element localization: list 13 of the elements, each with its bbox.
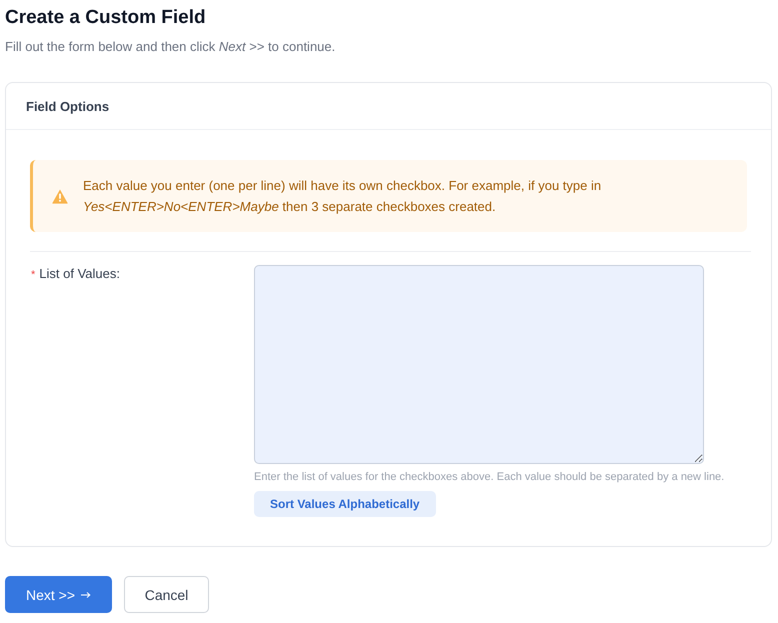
page-subtitle: Fill out the form below and then click Next >> to continue.: [5, 38, 336, 56]
cancel-button[interactable]: Cancel: [124, 576, 209, 613]
next-button[interactable]: Next >>: [5, 576, 112, 613]
help-text: Enter the list of values for the checkboxes above. Each value should be separated by a new line.: [254, 470, 724, 484]
alert-text: Each value you enter (one per line) will have its own checkbox. For example, if you type in Yes<ENTER>No<ENTER>Maybe then 3 separate checkboxes created.: [83, 177, 602, 216]
values-textarea[interactable]: [254, 265, 704, 464]
field-label: List of Values:: [39, 267, 120, 281]
required-mark: *: [31, 269, 36, 281]
page-title: Create a Custom Field: [5, 6, 206, 30]
arrow-right-icon: [81, 590, 92, 598]
warning-icon: [52, 188, 68, 204]
card-title: Field Options: [26, 98, 110, 114]
sort-button[interactable]: Sort Values Alphabetically: [254, 491, 436, 517]
